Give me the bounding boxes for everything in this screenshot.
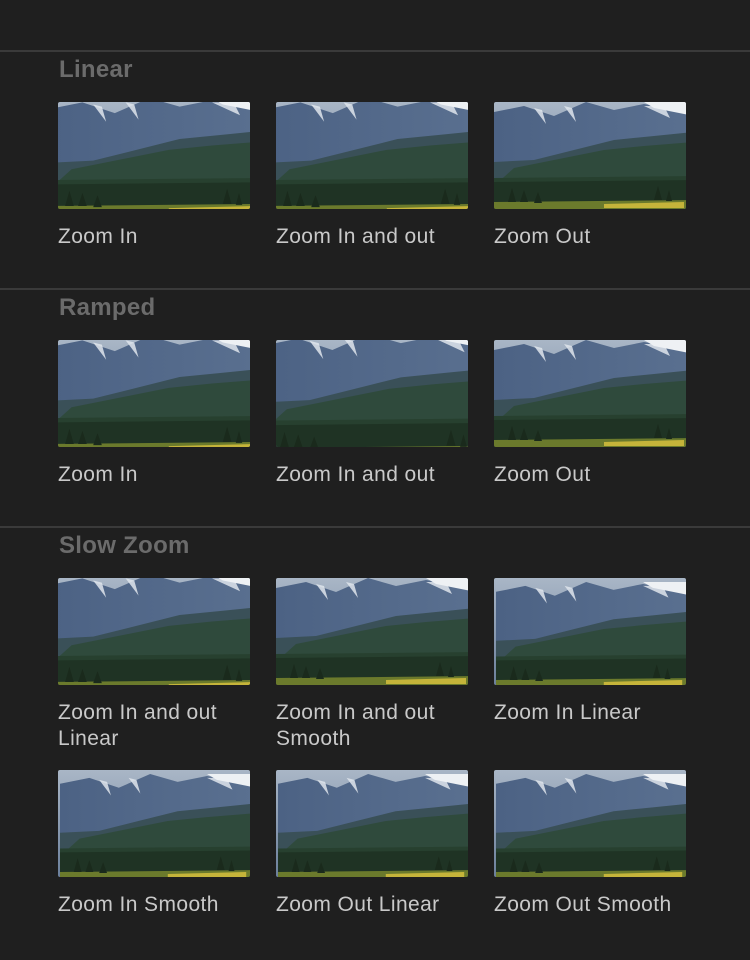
effect-label: Zoom In and out: [276, 225, 435, 248]
effect-tile[interactable]: Zoom Out Linear: [276, 770, 468, 918]
effect-tile[interactable]: Zoom Out: [494, 102, 686, 250]
effect-tile[interactable]: Zoom In Smooth: [58, 770, 250, 918]
effect-label: Zoom Out Smooth: [494, 893, 672, 916]
landscape-thumbnail-icon: [58, 102, 250, 209]
section-divider: [0, 526, 750, 528]
landscape-thumbnail-icon: [494, 770, 686, 877]
landscape-thumbnail-icon: [276, 770, 468, 877]
effect-label: Zoom In and out Smooth: [276, 701, 435, 750]
effect-label: Zoom Out: [494, 463, 591, 486]
effects-browser: Linear Zoom In Zoom In and out Zoom Out …: [0, 0, 750, 960]
effect-tile[interactable]: Zoom In: [58, 340, 250, 488]
landscape-thumbnail-icon: [58, 340, 250, 447]
effect-tile[interactable]: Zoom In Linear: [494, 578, 686, 726]
effect-tile[interactable]: Zoom In and out: [276, 102, 468, 250]
effect-label: Zoom In and out: [276, 463, 435, 486]
effect-tile[interactable]: Zoom In and out Linear: [58, 578, 250, 752]
effect-label: Zoom Out Linear: [276, 893, 440, 916]
section-title-linear: Linear: [59, 56, 133, 83]
effect-label: Zoom Out: [494, 225, 591, 248]
section-divider: [0, 288, 750, 290]
section-title-ramped: Ramped: [59, 294, 156, 321]
effect-tile[interactable]: Zoom Out: [494, 340, 686, 488]
section-divider: [0, 50, 750, 52]
landscape-thumbnail-icon: [58, 578, 250, 685]
effect-label: Zoom In: [58, 463, 138, 486]
effect-label: Zoom In Linear: [494, 701, 641, 724]
landscape-thumbnail-icon: [276, 578, 468, 685]
effect-label: Zoom In and out Linear: [58, 701, 217, 750]
effect-tile[interactable]: Zoom In: [58, 102, 250, 250]
landscape-thumbnail-icon: [494, 102, 686, 209]
effect-tile[interactable]: Zoom In and out: [276, 340, 468, 488]
landscape-thumbnail-icon: [494, 340, 686, 447]
effect-tile[interactable]: Zoom Out Smooth: [494, 770, 686, 918]
effect-label: Zoom In Smooth: [58, 893, 219, 916]
landscape-thumbnail-icon: [494, 578, 686, 685]
landscape-thumbnail-icon: [58, 770, 250, 877]
landscape-thumbnail-icon: [276, 340, 468, 447]
effect-label: Zoom In: [58, 225, 138, 248]
effect-tile[interactable]: Zoom In and out Smooth: [276, 578, 468, 752]
landscape-thumbnail-icon: [276, 102, 468, 209]
section-title-slow-zoom: Slow Zoom: [59, 532, 190, 559]
